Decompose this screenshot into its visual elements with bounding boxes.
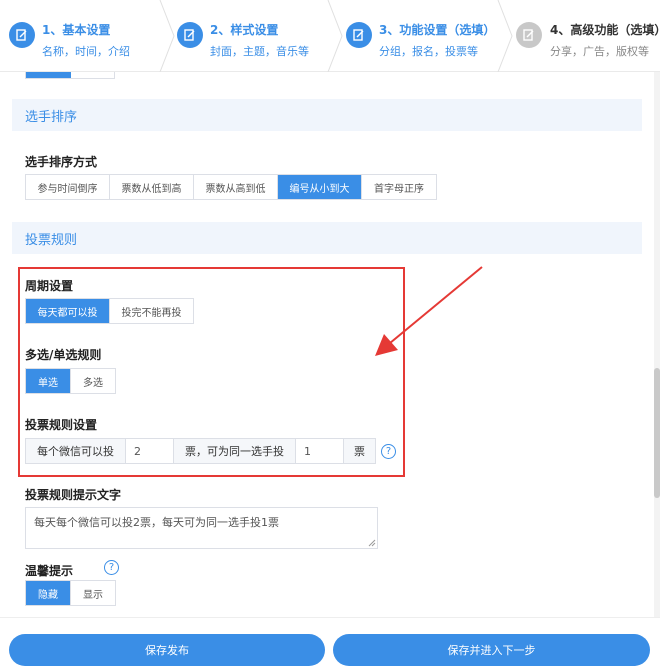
- tip-textarea[interactable]: 每天每个微信可以投2票，每天可为同一选手投1票: [25, 507, 378, 549]
- step-advanced[interactable]: 4、高级功能（选填） 分享，广告，版权等: [516, 0, 660, 72]
- scrollbar[interactable]: [654, 72, 660, 617]
- warm-options: 隐藏 显示: [25, 580, 116, 606]
- edit-icon: [346, 22, 372, 48]
- help-icon[interactable]: ?: [104, 560, 119, 575]
- section-title: 投票规则: [25, 233, 78, 248]
- step-title: 4、高级功能（选填）: [550, 23, 660, 37]
- previous-toggle-stub: [25, 72, 115, 79]
- edit-icon: [9, 22, 35, 48]
- edit-icon: [516, 22, 542, 48]
- tip-label: 投票规则提示文字: [25, 488, 122, 502]
- sort-option[interactable]: 票数从高到低: [194, 175, 278, 199]
- sort-option-selected[interactable]: 编号从小到大: [278, 175, 362, 199]
- section-sort: 选手排序: [12, 99, 642, 131]
- section-vote-rules: 投票规则: [12, 222, 642, 254]
- scrollbar-thumb[interactable]: [654, 368, 660, 498]
- bottom-bar: 保存发布 保存并进入下一步: [0, 617, 660, 669]
- sort-options: 参与时间倒序 票数从低到高 票数从高到低 编号从小到大 首字母正序: [25, 174, 437, 200]
- step-separator-icon: [159, 0, 175, 72]
- step-style[interactable]: 2、样式设置 封面，主题，音乐等: [176, 0, 346, 72]
- vote-settings-page: 1、基本设置 名称，时间，介绍 2、样式设置 封面，主题，音乐等 3、功能设置（…: [0, 0, 660, 669]
- step-subtitle: 封面，主题，音乐等: [210, 45, 309, 58]
- step-function[interactable]: 3、功能设置（选填） 分组，报名，投票等: [346, 0, 506, 72]
- steps-header: 1、基本设置 名称，时间，介绍 2、样式设置 封面，主题，音乐等 3、功能设置（…: [0, 0, 660, 72]
- section-title: 选手排序: [25, 110, 78, 125]
- step-subtitle: 分组，报名，投票等: [379, 45, 478, 58]
- step-title: 3、功能设置（选填）: [379, 23, 496, 37]
- step-title: 1、基本设置: [42, 23, 111, 37]
- warm-label: 温馨提示: [25, 564, 74, 578]
- step-basic[interactable]: 1、基本设置 名称，时间，介绍: [0, 0, 170, 72]
- warm-option[interactable]: 显示: [71, 581, 115, 605]
- sort-option[interactable]: 首字母正序: [362, 175, 436, 199]
- step-subtitle: 分享，广告，版权等: [550, 45, 649, 58]
- sort-option[interactable]: 票数从低到高: [110, 175, 194, 199]
- tip-text: 每天每个微信可以投2票，每天可为同一选手投1票: [34, 516, 279, 529]
- step-subtitle: 名称，时间，介绍: [42, 45, 130, 58]
- warm-option-selected[interactable]: 隐藏: [26, 581, 71, 605]
- step-separator-icon: [327, 0, 343, 72]
- sort-option[interactable]: 参与时间倒序: [26, 175, 110, 199]
- save-next-button[interactable]: 保存并进入下一步: [333, 634, 650, 666]
- sort-label: 选手排序方式: [25, 155, 98, 169]
- save-publish-button[interactable]: 保存发布: [9, 634, 325, 666]
- resize-handle-icon[interactable]: [368, 539, 376, 547]
- step-title: 2、样式设置: [210, 23, 279, 37]
- annotation-arrow-icon: [375, 266, 483, 356]
- highlight-box: [18, 267, 405, 477]
- step-separator-icon: [497, 0, 513, 72]
- edit-icon: [177, 22, 203, 48]
